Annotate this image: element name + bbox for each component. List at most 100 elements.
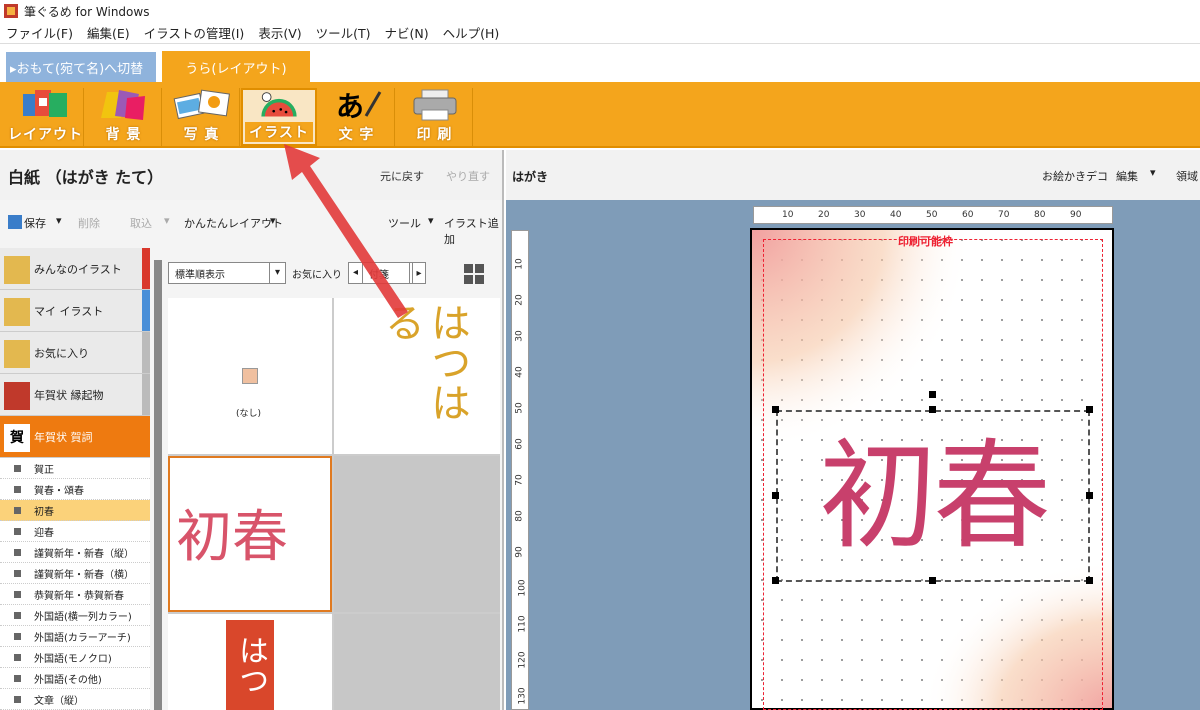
window-title: 筆ぐるめ for Windows <box>24 4 150 19</box>
edit-menu-button[interactable]: 編集 <box>1116 168 1138 184</box>
subitem[interactable]: 賀正 <box>0 458 150 479</box>
ruler-tick-label: 90 <box>514 546 525 558</box>
subitem[interactable]: 恭賀新年・恭賀新春 <box>0 584 150 605</box>
menu-file[interactable]: ファイル(F) <box>6 23 73 42</box>
resize-handle[interactable] <box>772 406 779 413</box>
ruler-tick-label: 80 <box>1034 210 1046 220</box>
category-scrollbar[interactable] <box>154 260 162 710</box>
ribbon-illust-button[interactable]: イラスト <box>241 88 317 146</box>
shoshun-text-object: 初春 <box>818 427 1051 565</box>
save-button[interactable]: 保存 <box>24 215 46 231</box>
subitem-label: 迎春 <box>34 527 54 539</box>
sort-dropdown[interactable]: 標準順表示 ▾ <box>168 262 286 284</box>
menu-illust-manage[interactable]: イラストの管理(I) <box>144 23 245 42</box>
easy-layout-button[interactable]: かんたんレイアウト <box>184 215 283 231</box>
subitem[interactable]: 外国語(モノクロ) <box>0 647 150 668</box>
ribbon-illust-label: イラスト <box>245 122 313 142</box>
grid-view-icon[interactable] <box>464 264 484 284</box>
ruler-tick-label: 80 <box>514 510 525 522</box>
category-everyone-illust[interactable]: みんなのイラスト <box>0 248 150 290</box>
bullet-icon <box>14 654 21 661</box>
category-favorites[interactable]: お気に入り <box>0 332 150 374</box>
redo-button[interactable]: やり直す <box>446 168 490 184</box>
ribbon-print-button[interactable]: 印 刷 <box>397 88 473 146</box>
category-nenga-engimono[interactable]: 年賀状 縁起物 <box>0 374 150 416</box>
ruler-tick-label: 10 <box>782 210 794 220</box>
thumb-none[interactable]: (なし) <box>168 298 332 454</box>
ruler-tick-label: 30 <box>514 330 525 342</box>
ribbon-layout-button[interactable]: レイアウト <box>8 88 84 146</box>
svg-text:あ: あ <box>336 90 364 122</box>
hatsuharu-art: はつはる <box>378 302 470 422</box>
thumb-hatsuharu[interactable]: はつはる <box>334 298 500 454</box>
subitem[interactable]: 謹賀新年・新春（横） <box>0 563 150 584</box>
subitem-selected[interactable]: 初春 <box>0 500 150 521</box>
paper-title: 白紙 （はがき たて） <box>8 168 164 187</box>
ribbon-toolbar: レイアウト 背 景 写 真 イラスト あ 文 字 印 刷 <box>0 82 1200 148</box>
thumb-shoshun-selected[interactable]: 初春 <box>168 456 332 612</box>
ribbon-photo-button[interactable]: 写 真 <box>164 88 240 146</box>
switch-to-front-button[interactable]: ▸おもて(宛て名)へ切替 <box>6 52 156 82</box>
delete-button[interactable]: 削除 <box>78 215 100 231</box>
menu-navi[interactable]: ナビ(N) <box>385 23 429 42</box>
subitem-label: 賀正 <box>34 464 54 476</box>
category-label: マイ イラスト <box>34 304 104 318</box>
subitem[interactable]: 外国語(横一列カラー) <box>0 605 150 626</box>
subitem[interactable]: 外国語(その他) <box>0 668 150 689</box>
drawing-deco-button[interactable]: お絵かきデコ <box>1042 168 1108 184</box>
menu-edit[interactable]: 編集(E) <box>87 23 130 42</box>
ribbon-layout-label: レイアウト <box>8 127 83 143</box>
ruler-tick-label: 90 <box>1070 210 1082 220</box>
subitem[interactable]: 文章（縦） <box>0 689 150 710</box>
mode-bar: ▸おもて(宛て名)へ切替 うら(レイアウト) <box>0 48 1200 84</box>
subitem[interactable]: 謹賀新年・新春（縦） <box>0 542 150 563</box>
subitem[interactable]: 外国語(カラーアーチ) <box>0 626 150 647</box>
category-nenga-gashi[interactable]: 賀 年賀状 賀詞 <box>0 416 150 458</box>
ruler-tick-label: 70 <box>514 474 525 486</box>
ruler-tick-label: 60 <box>514 438 525 450</box>
ribbon-background-button[interactable]: 背 景 <box>86 88 162 146</box>
resize-handle[interactable] <box>1086 577 1093 584</box>
menu-view[interactable]: 表示(V) <box>258 23 301 42</box>
menu-tools[interactable]: ツール(T) <box>316 23 371 42</box>
resize-handle[interactable] <box>1086 406 1093 413</box>
rotate-handle[interactable] <box>929 391 936 398</box>
subitem[interactable]: 賀春・頌春 <box>0 479 150 500</box>
bullet-icon <box>14 696 21 703</box>
resize-handle[interactable] <box>1086 492 1093 499</box>
ruler-tick-label: 40 <box>514 366 525 378</box>
resize-handle[interactable] <box>772 492 779 499</box>
print-area-label: 印刷可能枠 <box>898 235 953 248</box>
add-illust-button[interactable]: イラスト追加 <box>444 215 502 247</box>
resize-handle[interactable] <box>929 406 936 413</box>
bullet-icon <box>14 591 21 598</box>
subitem[interactable]: 迎春 <box>0 521 150 542</box>
title-bar: 筆ぐるめ for Windows <box>0 0 1200 22</box>
ruler-tick-label: 100 <box>517 579 528 597</box>
ruler-tick-label: 70 <box>998 210 1010 220</box>
ribbon-text-button[interactable]: あ 文 字 <box>319 88 395 146</box>
thumb-empty <box>334 614 500 710</box>
category-my-illust[interactable]: マイ イラスト <box>0 290 150 332</box>
save-dropdown-icon[interactable]: ▾ <box>56 214 62 227</box>
category-color-bar <box>142 332 150 373</box>
bullet-icon <box>14 612 21 619</box>
subitem-label: 外国語(カラーアーチ) <box>34 632 131 644</box>
import-button[interactable]: 取込 <box>130 215 152 231</box>
edit-dropdown-icon[interactable]: ▾ <box>1150 166 1156 179</box>
selection-box[interactable]: 初春 <box>776 410 1090 582</box>
app-icon <box>4 4 18 18</box>
area-menu-button[interactable]: 領域 <box>1176 168 1198 184</box>
tools-dropdown-icon[interactable]: ▾ <box>428 214 434 227</box>
menu-help[interactable]: ヘルプ(H) <box>443 23 500 42</box>
easy-layout-dropdown-icon[interactable]: ▾ <box>270 214 276 227</box>
ruler-tick-label: 40 <box>890 210 902 220</box>
resize-handle[interactable] <box>929 577 936 584</box>
tab-back-layout[interactable]: うら(レイアウト) <box>162 51 310 84</box>
category-color-bar <box>142 374 150 415</box>
text-icon: あ <box>336 90 381 122</box>
category-color-bar <box>142 290 150 331</box>
thumb-hatsu-red[interactable]: はつ <box>168 614 332 710</box>
import-dropdown-icon[interactable]: ▾ <box>164 214 170 227</box>
resize-handle[interactable] <box>772 577 779 584</box>
